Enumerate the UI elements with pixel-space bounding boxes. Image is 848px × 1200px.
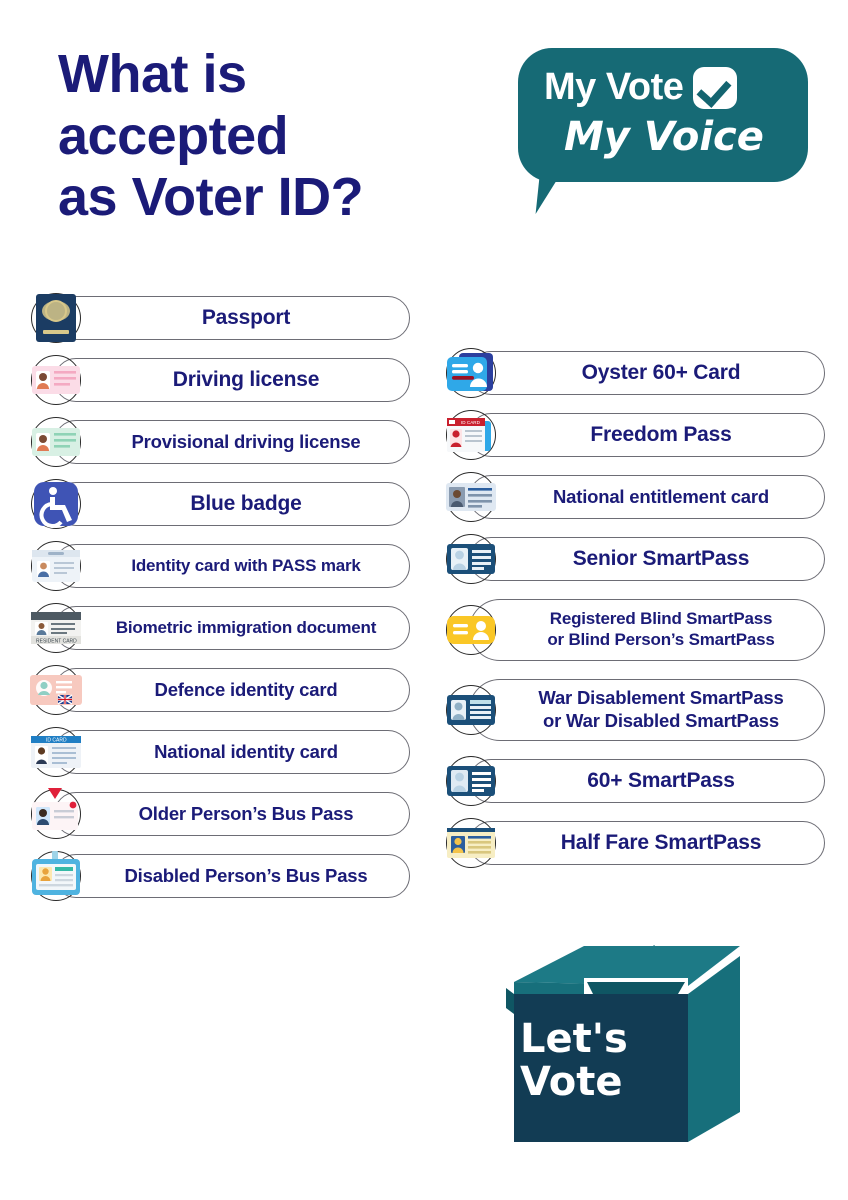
id-option-label: Biometric immigration document	[115, 617, 377, 637]
svg-text:ID CARD: ID CARD	[461, 420, 481, 425]
id-option-label: Senior SmartPass	[572, 547, 750, 571]
id-option-row: Provisional driving license	[28, 417, 410, 467]
id-option-pill[interactable]: Driving license	[54, 358, 410, 402]
id-option-row: 60+ SmartPass	[443, 756, 825, 806]
id-option-row: National identity card ID CARD	[28, 727, 410, 777]
id-option-row: Identity card with PASS mark	[28, 541, 410, 591]
id-option-row: National entitlement card	[443, 472, 825, 522]
id-option-label: Freedom Pass	[590, 423, 732, 447]
war-disablement-smartpass-icon	[443, 682, 499, 738]
id-option-row: Freedom Pass ID CARD	[443, 410, 825, 460]
id-option-label: Oyster 60+ Card	[581, 361, 741, 385]
accepted-id-list-right: Oyster 60+ Card Freedom Pass ID CARD Nation…	[443, 348, 825, 883]
blue-badge-icon	[28, 476, 84, 532]
driving-license-icon	[28, 352, 84, 408]
svg-text:ID CARD: ID CARD	[46, 738, 67, 744]
national-entitlement-card-icon	[443, 469, 499, 525]
older-person-bus-pass-icon	[28, 786, 84, 842]
id-option-pill[interactable]: Provisional driving license	[54, 420, 410, 464]
id-option-row: Registered Blind SmartPass or Blind Pers…	[443, 599, 825, 661]
provisional-driving-license-icon	[28, 414, 84, 470]
id-option-label: Older Person’s Bus Pass	[138, 802, 354, 824]
id-option-label: Provisional driving license	[131, 430, 361, 452]
id-option-label: National identity card	[154, 740, 338, 762]
my-vote-my-voice-logo: My Vote My Voice	[518, 48, 808, 214]
id-option-pill[interactable]: Senior SmartPass	[469, 537, 825, 581]
oyster-card-icon	[443, 345, 499, 401]
id-option-pill[interactable]: Older Person’s Bus Pass	[54, 792, 410, 836]
logo-my-voice-text: My Voice	[564, 114, 764, 160]
id-option-pill[interactable]: Identity card with PASS mark	[54, 544, 410, 588]
defence-id-card-icon	[28, 662, 84, 718]
id-option-row: War Disablement SmartPass or War Disable…	[443, 679, 825, 741]
senior-smartpass-icon	[443, 531, 499, 587]
id-option-pill[interactable]: Half Fare SmartPass	[469, 821, 825, 865]
id-option-row: Oyster 60+ Card	[443, 348, 825, 398]
id-option-row: Disabled Person’s Bus Pass	[28, 851, 410, 901]
id-option-label: War Disablement SmartPass or War Disable…	[538, 687, 784, 731]
page-title: What is accepted as Voter ID?	[58, 44, 364, 228]
registered-blind-smartpass-icon	[443, 602, 499, 658]
ballot-box-label: Let's Vote	[520, 1016, 628, 1106]
id-option-label: Passport	[201, 306, 291, 330]
id-option-pill[interactable]: Registered Blind SmartPass or Blind Pers…	[469, 599, 825, 661]
id-option-pill[interactable]: Disabled Person’s Bus Pass	[54, 854, 410, 898]
disabled-person-bus-pass-icon	[28, 848, 84, 904]
id-option-label: Identity card with PASS mark	[131, 555, 361, 575]
resident-card-icon: RESIDENT CARD	[28, 600, 84, 656]
svg-text:RESIDENT CARD: RESIDENT CARD	[36, 639, 77, 645]
id-option-pill[interactable]: Oyster 60+ Card	[469, 351, 825, 395]
freedom-pass-icon: ID CARD	[443, 407, 499, 463]
sixty-plus-smartpass-icon	[443, 753, 499, 809]
national-id-card-icon: ID CARD	[28, 724, 84, 780]
id-option-label: Defence identity card	[154, 678, 338, 700]
checkbox-checked-icon	[693, 66, 738, 109]
id-option-label: Driving license	[172, 368, 320, 392]
logo-my-vote-text: My Vote	[544, 66, 684, 108]
id-option-row: Biometric immigration document RESIDENT C…	[28, 603, 410, 653]
id-option-row: Defence identity card	[28, 665, 410, 715]
id-option-pill[interactable]: War Disablement SmartPass or War Disable…	[469, 679, 825, 741]
id-option-pill[interactable]: 60+ SmartPass	[469, 759, 825, 803]
id-option-pill[interactable]: National entitlement card	[469, 475, 825, 519]
id-option-pill[interactable]: Biometric immigration document	[54, 606, 410, 650]
id-option-pill[interactable]: Freedom Pass	[469, 413, 825, 457]
id-option-pill[interactable]: Blue badge	[54, 482, 410, 526]
id-option-pill[interactable]: Passport	[54, 296, 410, 340]
id-option-label: Registered Blind SmartPass or Blind Pers…	[547, 609, 775, 649]
id-option-label: Blue badge	[190, 492, 302, 516]
id-option-row: Passport	[28, 293, 410, 343]
id-option-pill[interactable]: National identity card	[54, 730, 410, 774]
logo-line-one: My Vote	[544, 66, 738, 109]
pass-mark-id-card-icon	[28, 538, 84, 594]
id-option-row: Blue badge	[28, 479, 410, 529]
half-fare-smartpass-icon	[443, 815, 499, 871]
id-option-label: Half Fare SmartPass	[560, 831, 762, 855]
id-option-label: 60+ SmartPass	[587, 769, 735, 793]
id-option-pill[interactable]: Defence identity card	[54, 668, 410, 712]
passport-icon	[28, 290, 84, 346]
id-option-row: Senior SmartPass	[443, 534, 825, 584]
id-option-label: Disabled Person’s Bus Pass	[124, 864, 368, 886]
id-option-row: Older Person’s Bus Pass	[28, 788, 410, 839]
id-option-row: Driving license	[28, 355, 410, 405]
id-option-label: National entitlement card	[552, 485, 769, 507]
id-option-row: Half Fare SmartPass	[443, 818, 825, 868]
accepted-id-list-left: Passport Driving license Provisional drivi…	[28, 293, 410, 916]
